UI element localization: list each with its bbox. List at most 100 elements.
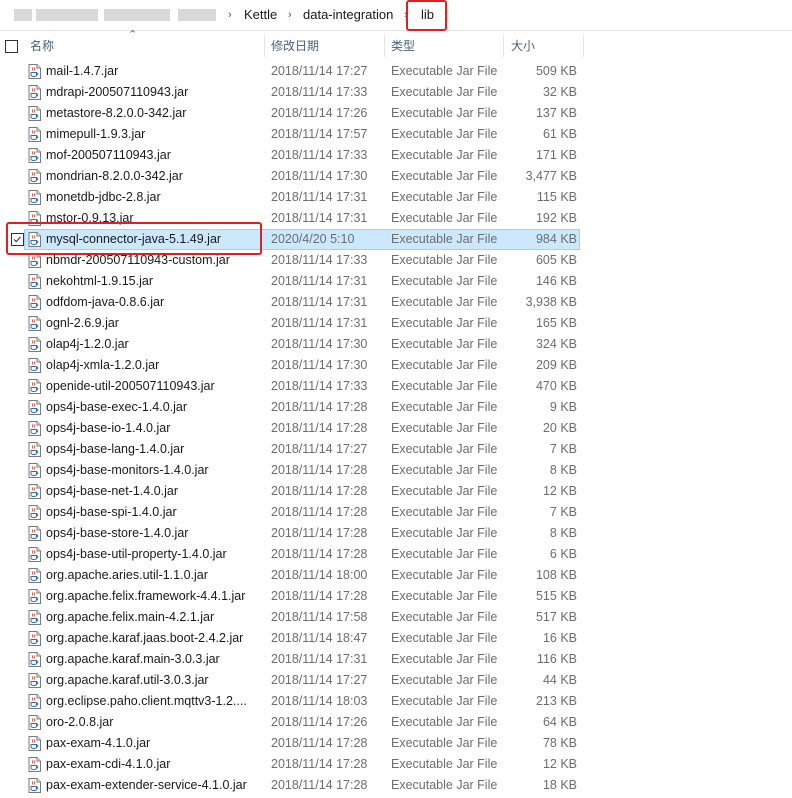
column-divider[interactable] [583,35,584,57]
file-name[interactable]: org.apache.karaf.util-3.0.3.jar [46,670,262,691]
breadcrumb-data-integration[interactable]: data-integration [303,6,393,24]
file-name[interactable]: ops4j-base-util-property-1.4.0.jar [46,544,262,565]
file-row[interactable]: mimepull-1.9.3.jar 2018/11/14 17:57 Execut… [0,124,792,145]
file-name[interactable]: ops4j-base-lang-1.4.0.jar [46,439,262,460]
jar-file-icon [28,400,41,415]
file-row[interactable]: org.apache.karaf.jaas.boot-2.4.2.jar 2018… [0,628,792,649]
file-name[interactable]: org.apache.aries.util-1.1.0.jar [46,565,262,586]
file-name[interactable]: org.apache.karaf.jaas.boot-2.4.2.jar [46,628,262,649]
file-size: 20 KB [542,421,577,435]
file-name[interactable]: org.apache.felix.main-4.2.1.jar [46,607,262,628]
file-row[interactable]: org.apache.felix.main-4.2.1.jar 2018/11/1… [0,607,792,628]
file-name[interactable]: mof-200507110943.jar [46,145,262,166]
file-modified-date: 2018/11/14 17:33 [271,148,368,162]
file-row[interactable]: mdrapi-200507110943.jar 2018/11/14 17:33 E… [0,82,792,103]
jar-file-icon [28,337,41,352]
file-name[interactable]: mail-1.4.7.jar [46,61,262,82]
file-size: 6 KB [549,547,577,561]
breadcrumb-kettle[interactable]: Kettle [244,6,277,24]
file-row[interactable]: ops4j-base-io-1.4.0.jar 2018/11/14 17:28 E… [0,418,792,439]
file-size: 470 KB [535,379,577,393]
file-type: Executable Jar File [391,127,498,141]
file-modified-date: 2018/11/14 17:28 [271,589,368,603]
file-row[interactable]: monetdb-jdbc-2.8.jar 2018/11/14 17:31 Exec… [0,187,792,208]
file-row[interactable]: ops4j-base-spi-1.4.0.jar 2018/11/14 17:28… [0,502,792,523]
jar-file-icon [28,778,41,793]
file-name[interactable]: ops4j-base-io-1.4.0.jar [46,418,262,439]
jar-file-icon [28,85,41,100]
file-modified-date: 2018/11/14 17:28 [271,526,368,540]
file-type: Executable Jar File [391,673,498,687]
file-row[interactable]: ops4j-base-monitors-1.4.0.jar 2018/11/14 … [0,460,792,481]
file-name[interactable]: mondrian-8.2.0.0-342.jar [46,166,262,187]
file-name[interactable]: olap4j-1.2.0.jar [46,334,262,355]
file-row[interactable]: ops4j-base-net-1.4.0.jar 2018/11/14 17:28… [0,481,792,502]
file-name[interactable]: mimepull-1.9.3.jar [46,124,262,145]
file-row[interactable]: pax-exam-extender-service-4.1.0.jar 2018/… [0,775,792,796]
address-bar[interactable]: › Kettle › data-integration › lib [0,0,792,31]
file-name[interactable]: pax-exam-4.1.0.jar [46,733,262,754]
file-row[interactable]: org.eclipse.paho.client.mqttv3-1.2.... 20… [0,691,792,712]
file-row[interactable]: olap4j-1.2.0.jar 2018/11/14 17:30 Executab… [0,334,792,355]
file-size: 116 KB [536,652,577,666]
column-header-date[interactable]: 修改日期 [271,31,383,60]
file-row[interactable]: odfdom-java-0.8.6.jar 2018/11/14 17:31 Exe… [0,292,792,313]
file-name[interactable]: metastore-8.2.0.0-342.jar [46,103,262,124]
file-row[interactable]: org.apache.felix.framework-4.4.1.jar 2018… [0,586,792,607]
file-size: 324 KB [535,337,577,351]
column-header-type[interactable]: 类型 [391,31,503,60]
file-size: 984 KB [535,232,577,246]
file-name[interactable]: monetdb-jdbc-2.8.jar [46,187,262,208]
column-divider[interactable] [503,35,504,57]
file-name[interactable]: openide-util-200507110943.jar [46,376,262,397]
file-row[interactable]: olap4j-xmla-1.2.0.jar 2018/11/14 17:30 Exe… [0,355,792,376]
file-row[interactable]: ops4j-base-store-1.4.0.jar 2018/11/14 17:… [0,523,792,544]
file-name[interactable]: org.eclipse.paho.client.mqttv3-1.2.... [46,691,262,712]
file-name[interactable]: ops4j-base-net-1.4.0.jar [46,481,262,502]
file-name[interactable]: ops4j-base-monitors-1.4.0.jar [46,460,262,481]
file-row[interactable]: ops4j-base-exec-1.4.0.jar 2018/11/14 17:2… [0,397,792,418]
file-row[interactable]: ops4j-base-lang-1.4.0.jar 2018/11/14 17:2… [0,439,792,460]
file-row[interactable]: mondrian-8.2.0.0-342.jar 2018/11/14 17:30… [0,166,792,187]
file-name[interactable]: org.apache.karaf.main-3.0.3.jar [46,649,262,670]
jar-file-icon [28,526,41,541]
file-type: Executable Jar File [391,316,498,330]
file-type: Executable Jar File [391,232,498,246]
file-row[interactable]: pax-exam-4.1.0.jar 2018/11/14 17:28 Execut… [0,733,792,754]
file-name[interactable]: odfdom-java-0.8.6.jar [46,292,262,313]
file-name[interactable]: mdrapi-200507110943.jar [46,82,262,103]
file-name[interactable]: ops4j-base-spi-1.4.0.jar [46,502,262,523]
column-divider[interactable] [384,35,385,57]
file-row[interactable]: mail-1.4.7.jar 2018/11/14 17:27 Executable… [0,61,792,82]
file-row[interactable]: metastore-8.2.0.0-342.jar 2018/11/14 17:2… [0,103,792,124]
file-name[interactable]: org.apache.felix.framework-4.4.1.jar [46,586,262,607]
file-row[interactable]: ognl-2.6.9.jar 2018/11/14 17:31 Executable… [0,313,792,334]
file-name[interactable]: oro-2.0.8.jar [46,712,262,733]
file-row[interactable]: org.apache.aries.util-1.1.0.jar 2018/11/1… [0,565,792,586]
file-name[interactable]: pax-exam-extender-service-4.1.0.jar [46,775,262,796]
file-row[interactable]: org.apache.karaf.main-3.0.3.jar 2018/11/1… [0,649,792,670]
file-name[interactable]: ognl-2.6.9.jar [46,313,262,334]
column-header-name[interactable]: 名称 [30,31,264,60]
file-name[interactable]: nekohtml-1.9.15.jar [46,271,262,292]
breadcrumb-separator-icon[interactable]: › [228,6,232,24]
jar-file-icon [28,652,41,667]
column-header-size[interactable]: 大小 [511,31,581,60]
file-row[interactable]: oro-2.0.8.jar 2018/11/14 17:26 Executable … [0,712,792,733]
column-divider[interactable] [264,35,265,57]
breadcrumb-separator-icon[interactable]: › [288,6,292,24]
file-type: Executable Jar File [391,253,498,267]
file-row[interactable]: org.apache.karaf.util-3.0.3.jar 2018/11/1… [0,670,792,691]
file-name[interactable]: olap4j-xmla-1.2.0.jar [46,355,262,376]
file-row[interactable]: openide-util-200507110943.jar 2018/11/14 … [0,376,792,397]
file-row[interactable]: pax-exam-cdi-4.1.0.jar 2018/11/14 17:28 Ex… [0,754,792,775]
file-row[interactable]: nekohtml-1.9.15.jar 2018/11/14 17:31 Execu… [0,271,792,292]
jar-file-icon [28,715,41,730]
file-row[interactable]: ops4j-base-util-property-1.4.0.jar 2018/1… [0,544,792,565]
file-name[interactable]: ops4j-base-exec-1.4.0.jar [46,397,262,418]
file-row[interactable]: mof-200507110943.jar 2018/11/14 17:33 Exec… [0,145,792,166]
jar-file-icon [28,190,41,205]
select-all-checkbox[interactable] [5,40,18,53]
file-name[interactable]: pax-exam-cdi-4.1.0.jar [46,754,262,775]
file-name[interactable]: ops4j-base-store-1.4.0.jar [46,523,262,544]
